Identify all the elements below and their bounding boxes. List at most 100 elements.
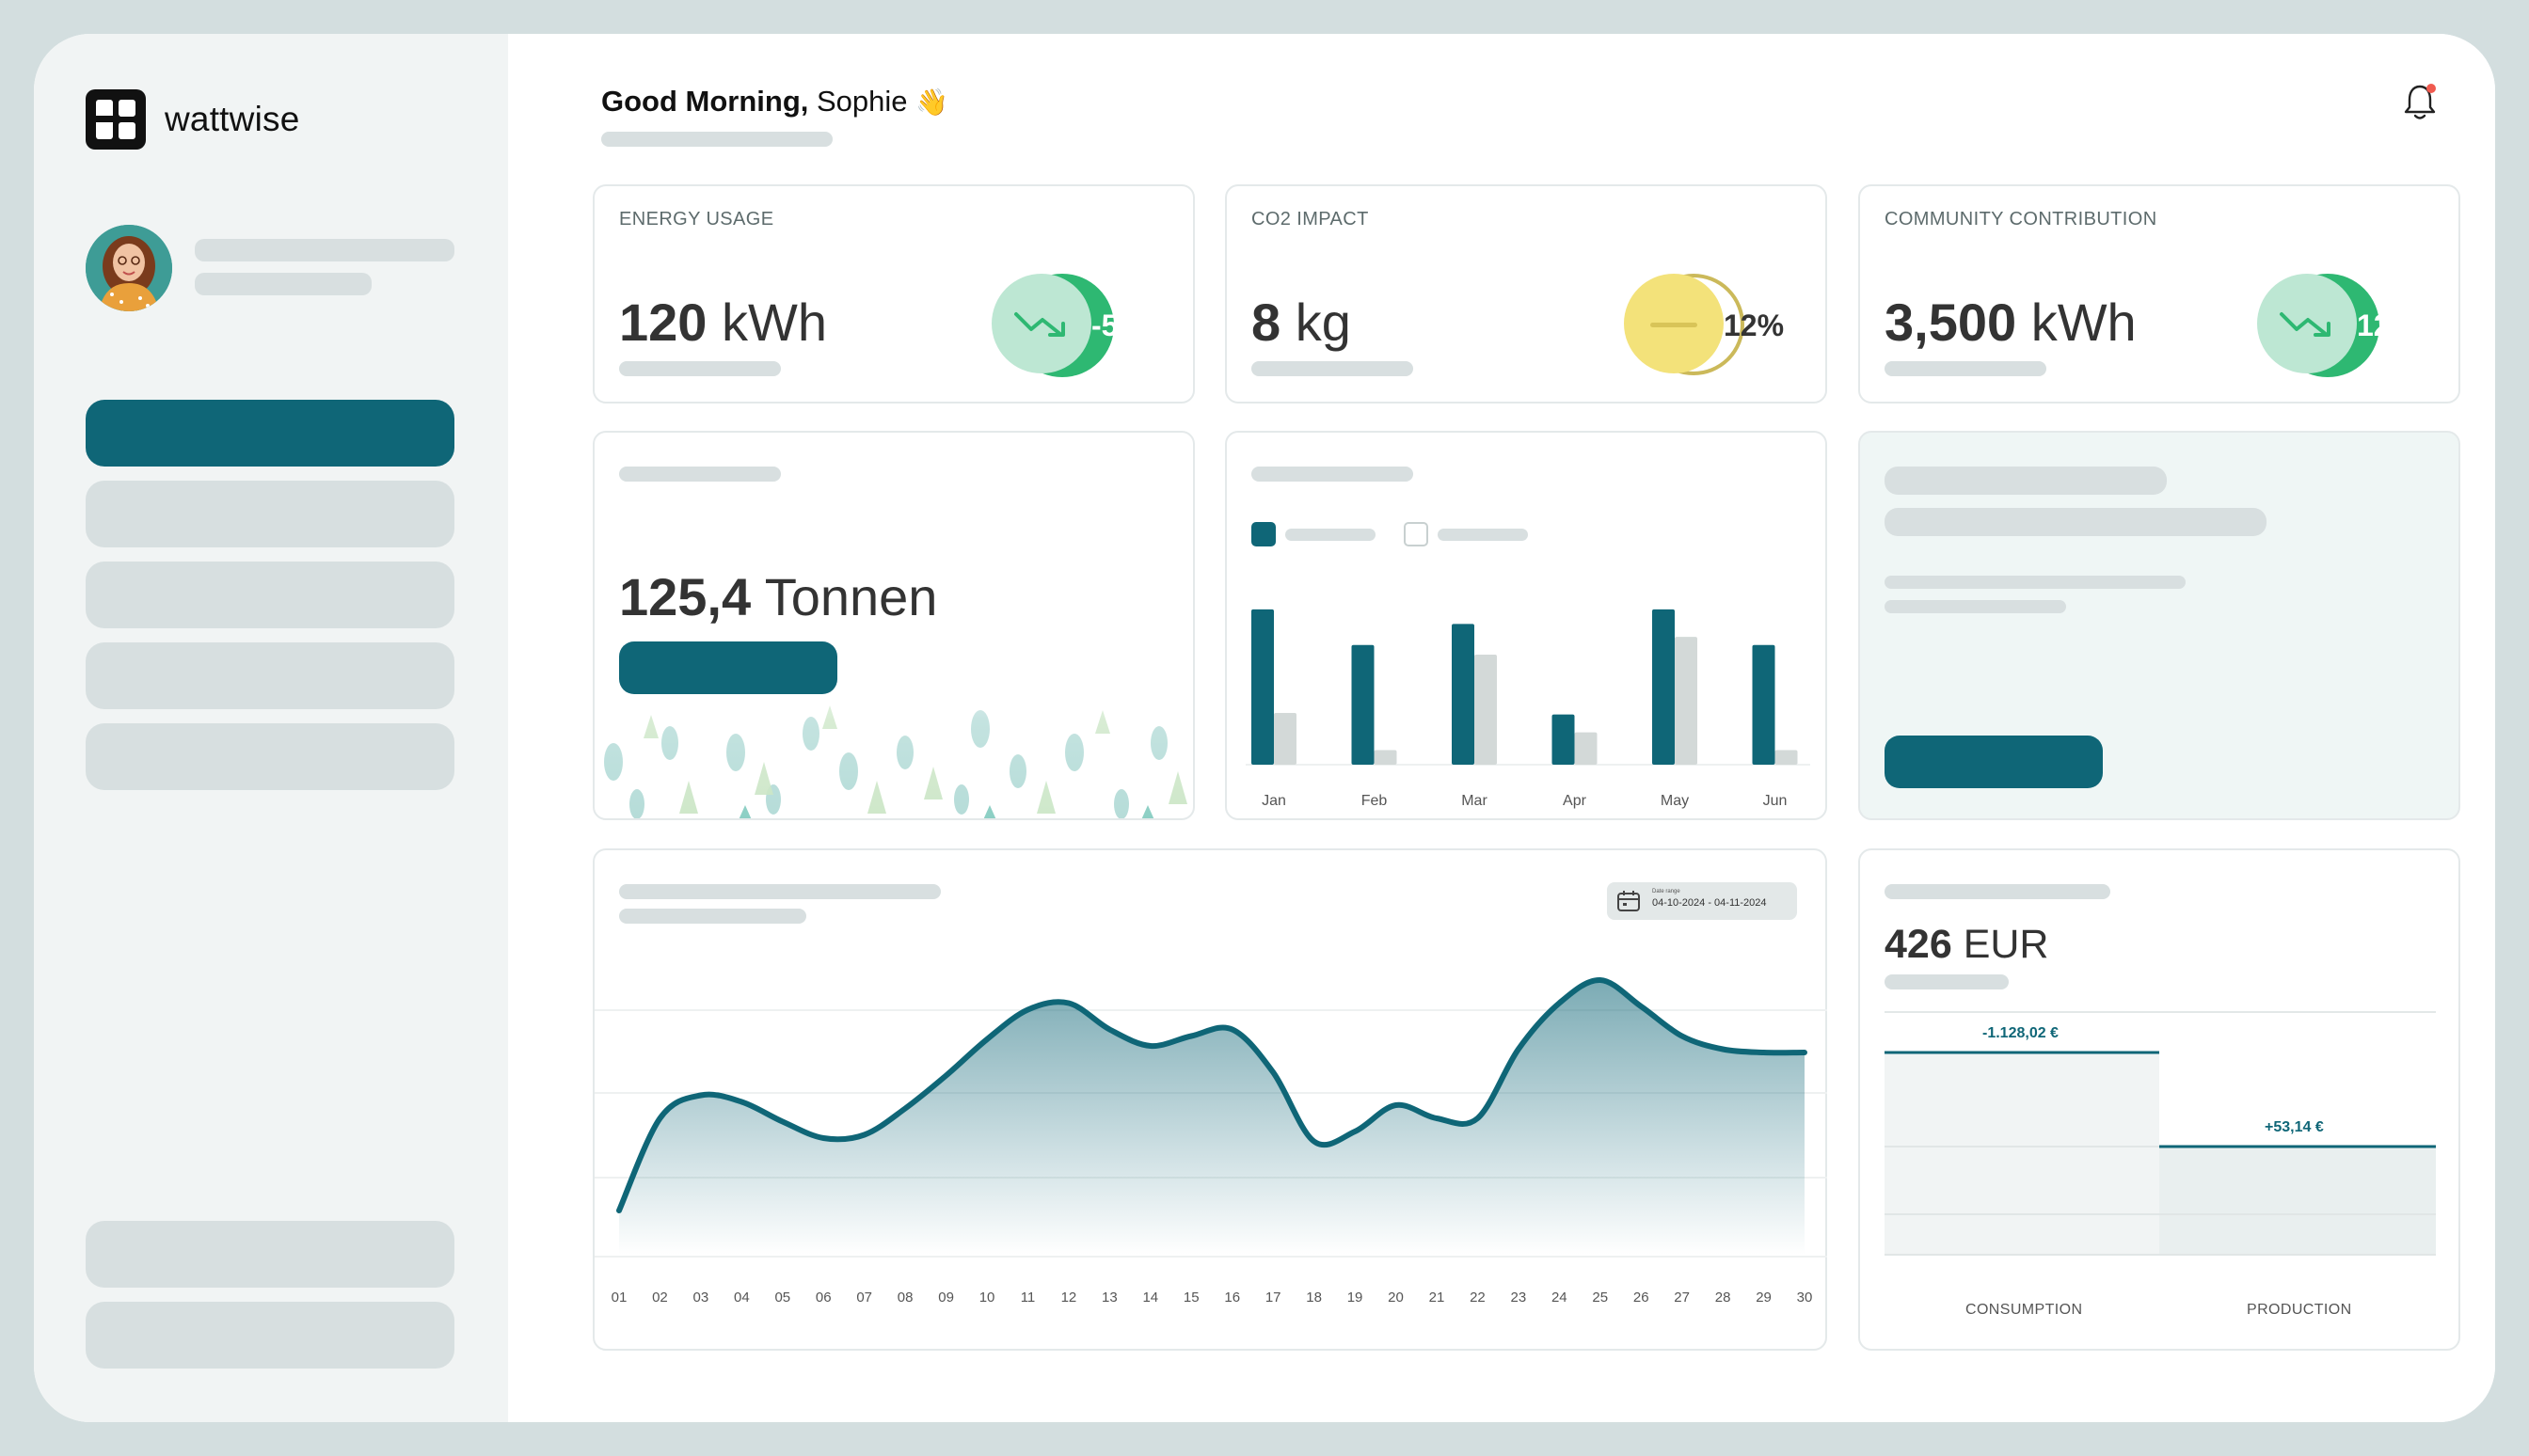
monthly-bar-chart-card[interactable]: Jan Feb Mar Apr May Jun bbox=[1225, 431, 1827, 820]
trend-flat-icon bbox=[1650, 323, 1697, 327]
legend-swatch-secondary bbox=[1404, 522, 1428, 546]
kpi-value: 3,500 kWh bbox=[1885, 292, 2137, 353]
greeting-subtitle-placeholder bbox=[601, 132, 833, 147]
x-tick-label: 21 bbox=[1429, 1290, 1445, 1306]
greeting-user-name: Sophie bbox=[808, 85, 908, 118]
change-percent: 12% bbox=[2357, 309, 2418, 342]
x-tick-label: 03 bbox=[693, 1290, 709, 1306]
promo-action-button[interactable] bbox=[1885, 736, 2103, 788]
kpi-subtext-placeholder bbox=[1251, 361, 1413, 376]
date-range-picker[interactable]: Date range 04-10-2024 - 04-11-2024 bbox=[1607, 882, 1797, 920]
kpi-subtext-placeholder bbox=[1885, 361, 2046, 376]
x-tick-label: 25 bbox=[1592, 1290, 1608, 1306]
greeting: Good Morning, Sophie 👋 bbox=[601, 85, 948, 119]
kpi-card-community-contribution[interactable]: COMMUNITY CONTRIBUTION 3,500 kWh 12% bbox=[1858, 184, 2460, 404]
bar-apr-series-1[interactable] bbox=[1551, 714, 1575, 765]
x-tick-label: 27 bbox=[1674, 1290, 1690, 1306]
eur-balance-card[interactable]: 426 EUR -1.128,02 € +53,14 € CONSUMPTION… bbox=[1858, 848, 2460, 1351]
brand-name: wattwise bbox=[165, 100, 300, 138]
nav-item-dashboard[interactable] bbox=[86, 400, 454, 467]
brand-logo[interactable]: wattwise bbox=[86, 89, 299, 150]
kpi-label: ENERGY USAGE bbox=[619, 209, 774, 229]
x-tick-label: 01 bbox=[612, 1290, 628, 1306]
x-tick-label: 20 bbox=[1388, 1290, 1404, 1306]
bar-jun-series-2[interactable] bbox=[1774, 750, 1798, 765]
nav-item-2[interactable] bbox=[86, 481, 454, 547]
consumption-bar bbox=[1885, 1052, 2159, 1255]
nav-item-5[interactable] bbox=[86, 723, 454, 790]
tons-value: 125,4 Tonnen bbox=[619, 566, 937, 627]
x-tick-label: 02 bbox=[652, 1290, 668, 1306]
nav-item-3[interactable] bbox=[86, 562, 454, 628]
promo-title-placeholder bbox=[1885, 467, 2167, 495]
bar-mar-series-1[interactable] bbox=[1452, 624, 1474, 765]
bar-jan-series-2[interactable] bbox=[1274, 712, 1296, 765]
kpi-card-energy-usage[interactable]: ENERGY USAGE 120 kWh -5% bbox=[593, 184, 1195, 404]
tons-number: 125,4 bbox=[619, 567, 752, 626]
card-subtitle-placeholder bbox=[619, 909, 806, 924]
bar-may-series-1[interactable] bbox=[1652, 609, 1675, 765]
bar-apr-series-2[interactable] bbox=[1574, 732, 1598, 765]
card-title-placeholder bbox=[1251, 467, 1413, 482]
date-range-label: Date range bbox=[1652, 889, 1680, 894]
legend-label-placeholder bbox=[1285, 529, 1376, 541]
kpi-value: 120 kWh bbox=[619, 292, 827, 353]
waving-hand-icon: 👋 bbox=[915, 87, 949, 117]
x-tick-label: 17 bbox=[1265, 1290, 1281, 1306]
bar-mar-series-2[interactable] bbox=[1474, 655, 1497, 765]
bar-jan-series-1[interactable] bbox=[1251, 609, 1274, 765]
x-tick-label: 16 bbox=[1224, 1290, 1240, 1306]
card-title-placeholder bbox=[619, 884, 941, 899]
user-avatar[interactable] bbox=[86, 225, 172, 311]
x-tick-label: 24 bbox=[1551, 1290, 1567, 1306]
x-tick-label: May bbox=[1661, 793, 1689, 809]
kpi-unit: kg bbox=[1280, 293, 1351, 352]
x-tick-label: 12 bbox=[1061, 1290, 1077, 1306]
x-tick-label: 09 bbox=[938, 1290, 954, 1306]
kpi-value: 8 kg bbox=[1251, 292, 1351, 353]
wattwise-logo-icon bbox=[86, 89, 146, 150]
trend-down-icon bbox=[2280, 312, 2330, 337]
x-tick-label: 08 bbox=[898, 1290, 914, 1306]
x-tick-label: 22 bbox=[1470, 1290, 1486, 1306]
x-tick-label: 15 bbox=[1184, 1290, 1200, 1306]
promo-text-placeholder-2 bbox=[1885, 600, 2066, 613]
promo-card[interactable] bbox=[1858, 431, 2460, 820]
x-tick-label: Apr bbox=[1563, 793, 1587, 809]
kpi-number: 3,500 bbox=[1885, 293, 2017, 352]
x-tick-label: 11 bbox=[1021, 1290, 1036, 1306]
production-category-label: PRODUCTION bbox=[2247, 1302, 2352, 1318]
bar-may-series-2[interactable] bbox=[1675, 637, 1697, 765]
main-content: Good Morning, Sophie 👋 ENERGY USAGE 120 … bbox=[508, 34, 2495, 1422]
eur-number: 426 bbox=[1885, 922, 1952, 967]
change-percent: -5% bbox=[1091, 309, 1145, 342]
sidebar: wattwise bbox=[34, 34, 508, 1422]
kpi-label: COMMUNITY CONTRIBUTION bbox=[1885, 209, 2157, 229]
promo-title-placeholder-2 bbox=[1885, 508, 2267, 536]
nav-item-logout[interactable] bbox=[86, 1302, 454, 1369]
date-range-value: 04-10-2024 - 04-11-2024 bbox=[1652, 897, 1767, 909]
calendar-icon bbox=[1617, 891, 1640, 911]
bar-feb-series-2[interactable] bbox=[1374, 750, 1397, 765]
x-tick-label: 19 bbox=[1347, 1290, 1363, 1306]
tons-action-button[interactable] bbox=[619, 641, 837, 694]
daily-usage-area-chart-card[interactable]: Date range 04-10-2024 - 04-11-2024 01 02 0… bbox=[593, 848, 1827, 1351]
nav-item-4[interactable] bbox=[86, 642, 454, 709]
eur-unit: EUR bbox=[1951, 922, 2049, 967]
kpi-unit: kWh bbox=[707, 293, 827, 352]
bar-feb-series-1[interactable] bbox=[1351, 644, 1375, 765]
x-tick-label: 29 bbox=[1756, 1290, 1772, 1306]
bar-jun-series-1[interactable] bbox=[1752, 644, 1775, 765]
tons-card[interactable]: 125,4 Tonnen bbox=[593, 431, 1195, 820]
kpi-label: CO2 IMPACT bbox=[1251, 209, 1369, 229]
x-tick-label: 04 bbox=[734, 1290, 750, 1306]
kpi-card-co2-impact[interactable]: CO2 IMPACT 8 kg 12% bbox=[1225, 184, 1827, 404]
card-title-placeholder bbox=[619, 467, 781, 482]
x-tick-label: Jan bbox=[1262, 793, 1286, 809]
legend-swatch-primary bbox=[1251, 522, 1276, 546]
nav-item-settings[interactable] bbox=[86, 1221, 454, 1288]
notification-bell-icon[interactable] bbox=[2401, 81, 2439, 122]
kpi-unit: kWh bbox=[2016, 293, 2137, 352]
avatar-illustration bbox=[86, 225, 172, 311]
user-role-placeholder bbox=[195, 273, 372, 295]
